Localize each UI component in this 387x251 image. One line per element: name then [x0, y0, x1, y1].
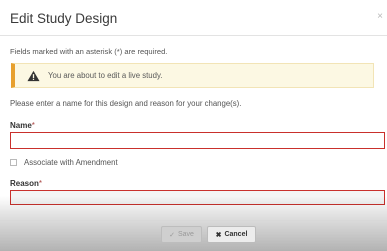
name-required-star: * [31, 121, 35, 130]
associate-amendment-label: Associate with Amendment [24, 158, 118, 167]
reason-label: Reason* [10, 179, 42, 188]
live-study-warning: You are about to edit a live study. [11, 63, 374, 88]
reason-required-star: * [38, 179, 43, 188]
save-button[interactable]: ✓ Save [161, 226, 202, 243]
footer-divider [0, 220, 387, 221]
name-label-text: Name [10, 121, 32, 130]
name-label: Name* [10, 121, 35, 130]
associate-amendment-option[interactable]: Associate with Amendment [10, 158, 118, 167]
reason-input[interactable] [10, 190, 385, 205]
name-input[interactable] [10, 132, 385, 149]
cancel-button[interactable]: ✖ Cancel [207, 226, 256, 243]
associate-amendment-checkbox[interactable] [10, 159, 17, 166]
warning-text: You are about to edit a live study. [48, 71, 163, 80]
warning-triangle-icon [27, 70, 40, 81]
required-fields-note: Fields marked with an asterisk (*) are r… [10, 47, 168, 56]
reason-label-text: Reason [10, 179, 39, 188]
close-icon[interactable]: × [377, 11, 383, 22]
instruction-text: Please enter a name for this design and … [10, 99, 242, 108]
header-divider [0, 35, 387, 36]
x-icon: ✖ [215, 231, 222, 239]
save-button-label: Save [177, 231, 194, 238]
check-icon: ✓ [169, 231, 175, 239]
modal-title: Edit Study Design [10, 11, 118, 26]
cancel-button-label: Cancel [224, 231, 248, 238]
